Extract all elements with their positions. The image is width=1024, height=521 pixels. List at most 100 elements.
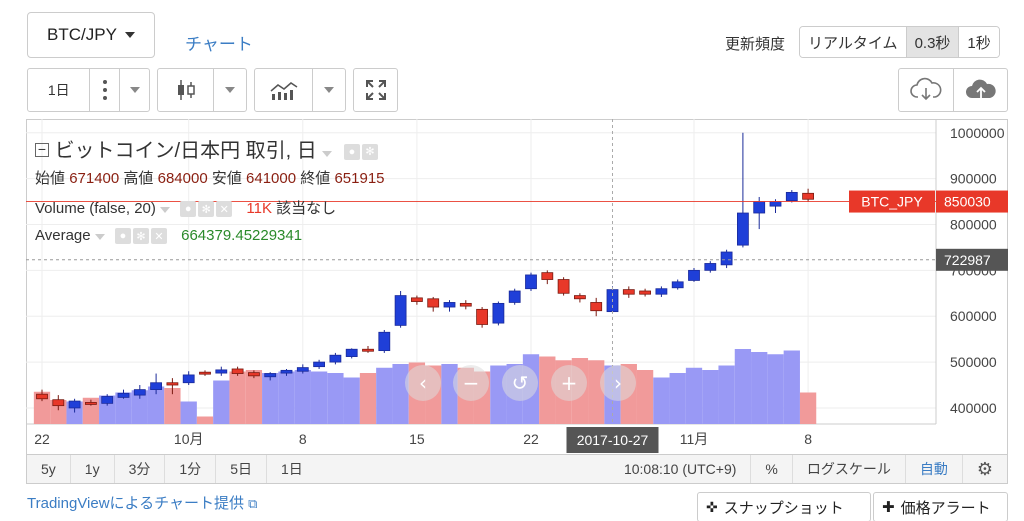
volume-bar xyxy=(392,364,409,424)
open-value: 671400 xyxy=(69,170,120,187)
fullscreen-button[interactable] xyxy=(353,68,398,112)
chevron-down-icon xyxy=(324,87,335,93)
candle-body xyxy=(655,288,668,295)
low-value: 641000 xyxy=(246,170,297,187)
candle-body xyxy=(525,274,537,290)
chart-settings-button[interactable]: ⚙ xyxy=(961,455,1007,483)
close-icon[interactable]: ✕ xyxy=(150,228,167,245)
range-5y[interactable]: 5y xyxy=(27,455,71,483)
price-alert-button[interactable]: ✚ 価格アラート xyxy=(873,492,1008,521)
eye-icon[interactable]: ● xyxy=(114,228,131,245)
volume-bar xyxy=(262,373,279,424)
eye-icon[interactable]: ● xyxy=(180,201,197,218)
range-3m[interactable]: 3分 xyxy=(115,455,166,483)
gear-icon[interactable]: ✻ xyxy=(361,143,378,160)
fullscreen-icon xyxy=(365,80,386,100)
gear-icon[interactable]: ✻ xyxy=(198,201,215,218)
candle-body xyxy=(101,396,114,404)
chart-style-toolbar xyxy=(157,68,247,112)
plus-icon: ✚ xyxy=(882,499,895,516)
candle-body xyxy=(264,373,277,378)
volume-bar xyxy=(490,365,507,424)
bottom-bar: 5y 1y 3分 1分 5日 1日 10:08:10 (UTC+9) % ログス… xyxy=(26,454,1008,484)
candle-body xyxy=(541,272,554,280)
price-alert-label: 価格アラート xyxy=(900,499,991,517)
pair-selector[interactable]: BTC/JPY xyxy=(27,12,155,58)
volume-bar xyxy=(669,373,686,424)
log-scale-button[interactable]: ログスケール xyxy=(791,455,905,483)
indicators-dropdown[interactable] xyxy=(312,69,345,111)
candle-body xyxy=(313,361,326,368)
y-tick-label: 400000 xyxy=(950,400,997,416)
candle-body xyxy=(688,269,700,281)
rate-option-0-3s[interactable]: 0.3秒 xyxy=(905,27,959,57)
cloud-toolbar xyxy=(898,68,1008,112)
candle-body xyxy=(280,369,293,374)
interval-toolbar: 1日 xyxy=(27,68,150,112)
interval-more-button[interactable] xyxy=(89,69,119,111)
chevron-down-icon[interactable] xyxy=(160,207,171,213)
y-tick-label: 900000 xyxy=(950,171,997,187)
candle-body xyxy=(427,298,440,308)
y-tick-label: 800000 xyxy=(950,216,997,232)
volume-bar xyxy=(213,380,230,424)
candle-body xyxy=(459,302,472,307)
external-link-icon: ⧉ xyxy=(248,496,258,511)
rate-option-realtime[interactable]: リアルタイム xyxy=(800,27,906,57)
gear-icon[interactable]: ✻ xyxy=(132,228,149,245)
chart-style-dropdown[interactable] xyxy=(213,69,246,111)
candle-body xyxy=(671,281,684,289)
gear-icon: ⚙ xyxy=(976,458,993,479)
auto-scale-button[interactable]: 自動 xyxy=(904,455,962,483)
volume-bar xyxy=(441,364,458,424)
load-chart-button[interactable] xyxy=(899,69,953,111)
candle-body xyxy=(720,251,733,266)
candle-body xyxy=(476,308,489,325)
eye-icon[interactable]: ● xyxy=(343,143,360,160)
range-5d[interactable]: 5日 xyxy=(216,455,267,483)
candle-body xyxy=(199,371,211,375)
range-1d[interactable]: 1日 xyxy=(267,455,317,483)
average-label: Average xyxy=(35,227,91,244)
indicators-button[interactable] xyxy=(255,69,312,111)
volume-bar xyxy=(718,365,735,424)
symbol-legend: − ビットコイン/日本円 取引, 日 ● ✻ xyxy=(35,134,378,163)
candle-body xyxy=(117,392,130,398)
volume-bar xyxy=(196,416,214,424)
snapshot-button[interactable]: ✜ スナップショット xyxy=(697,492,871,521)
volume-bar xyxy=(653,377,670,424)
chevron-down-icon[interactable] xyxy=(94,234,105,240)
save-chart-button[interactable] xyxy=(953,69,1007,111)
ohlc-legend: 始値 671400 高値 684000 安値 641000 終値 651915 xyxy=(35,167,385,188)
percent-scale-button[interactable]: % xyxy=(750,455,791,483)
candle-style-button[interactable] xyxy=(158,69,213,111)
candle-body xyxy=(378,331,391,352)
collapse-icon[interactable]: − xyxy=(35,142,49,157)
tradingview-link[interactable]: TradingViewによるチャート提供 ⧉ xyxy=(27,492,257,513)
close-value: 651915 xyxy=(334,170,385,187)
candle-body xyxy=(85,402,97,405)
volume-bar xyxy=(751,352,768,424)
volume-bar xyxy=(310,371,328,424)
average-value: 664379.45229341 xyxy=(181,227,303,244)
range-1m[interactable]: 1分 xyxy=(165,455,217,483)
candle-body xyxy=(362,348,374,352)
rate-option-1s[interactable]: 1秒 xyxy=(958,27,999,57)
camera-target-icon: ✜ xyxy=(706,498,718,515)
candle-body xyxy=(150,382,162,391)
volume-legend: Volume (false, 20) ● ✻ ✕ 11K 該当なし xyxy=(35,197,336,218)
x-tick-label: 8 xyxy=(804,431,812,447)
y-tick-label: 1000000 xyxy=(950,125,1005,141)
candle-body xyxy=(133,389,146,396)
chart-nav-icon: + xyxy=(561,371,578,395)
chart-link[interactable]: チャート xyxy=(185,30,253,55)
close-icon[interactable]: ✕ xyxy=(216,201,233,218)
interval-dropdown[interactable] xyxy=(119,69,149,111)
x-tick-label: 8 xyxy=(299,431,307,447)
candle-body xyxy=(394,295,407,326)
range-1y[interactable]: 1y xyxy=(71,455,115,483)
volume-bar xyxy=(767,354,784,424)
interval-button[interactable]: 1日 xyxy=(28,69,89,111)
chevron-down-icon[interactable] xyxy=(322,151,333,157)
chart-nav-icon: − xyxy=(463,371,480,395)
